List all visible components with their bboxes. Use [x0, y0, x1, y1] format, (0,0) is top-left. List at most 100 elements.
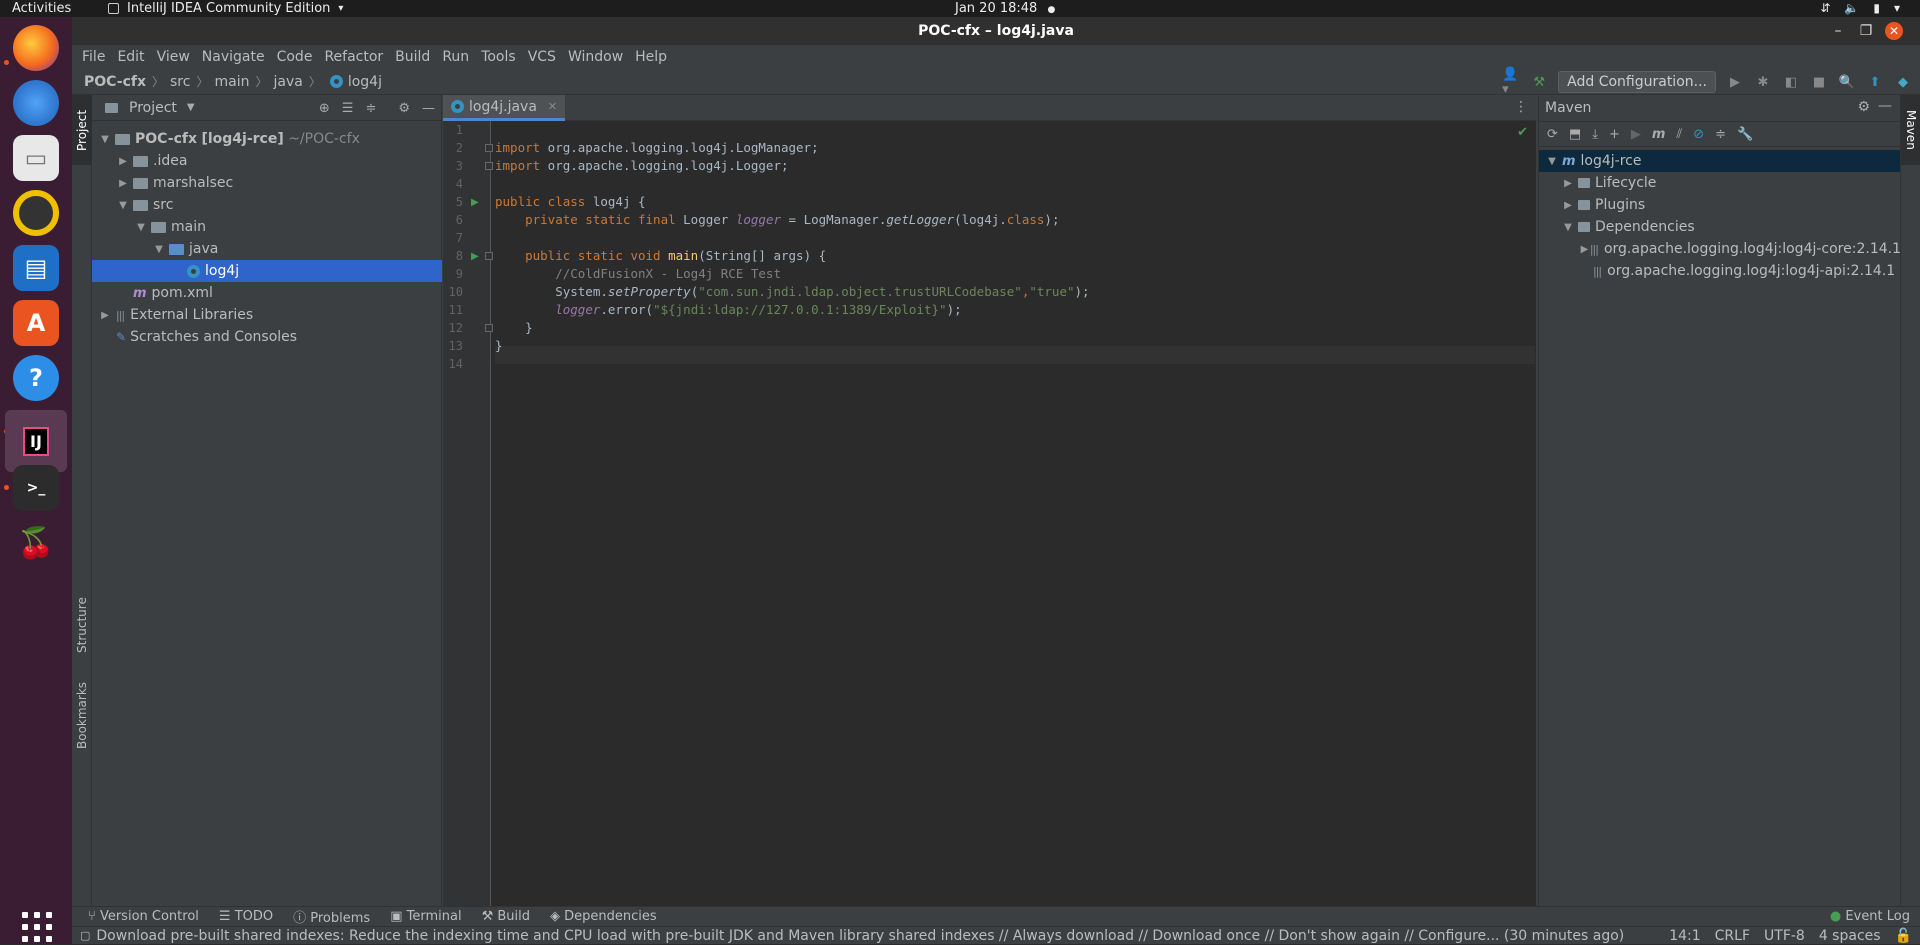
download-icon[interactable]: ⤓: [1592, 127, 1598, 142]
chevron-right-icon[interactable]: ▶: [116, 178, 130, 189]
writer-icon[interactable]: ▤: [13, 245, 59, 291]
thunderbird-icon[interactable]: [13, 80, 59, 126]
problems-tab[interactable]: ⓘ Problems: [293, 907, 370, 926]
tree-item-pom[interactable]: m pom.xml: [92, 282, 442, 304]
chevron-right-icon[interactable]: ▶: [1561, 178, 1575, 189]
toolbox-icon[interactable]: ◆: [1894, 73, 1912, 91]
maximize-icon[interactable]: ❐: [1854, 17, 1878, 45]
skip-tests-icon[interactable]: ⊘: [1693, 127, 1704, 142]
close-tab-icon[interactable]: ✕: [548, 100, 557, 113]
file-encoding[interactable]: UTF-8: [1764, 927, 1805, 945]
tree-item-java[interactable]: ▼ java: [92, 238, 442, 260]
software-icon[interactable]: A: [13, 300, 59, 346]
lock-icon[interactable]: 🔓: [1895, 927, 1912, 945]
debug-icon[interactable]: ✱: [1754, 73, 1772, 91]
minimize-icon[interactable]: –: [1826, 17, 1850, 45]
breadcrumb-main[interactable]: main: [214, 74, 253, 90]
chevron-right-icon[interactable]: ▶: [116, 156, 130, 167]
hide-icon[interactable]: —: [1878, 98, 1892, 114]
show-apps-icon[interactable]: [22, 912, 52, 942]
tree-item-root[interactable]: ▼ POC-cfx [log4j-rce] ~/POC-cfx: [92, 128, 442, 150]
event-log-tab[interactable]: ● Event Log: [1830, 907, 1910, 927]
cherry-icon[interactable]: 🍒: [13, 520, 59, 566]
caret-position[interactable]: 14:1: [1669, 927, 1700, 945]
menu-vcs[interactable]: VCS: [522, 45, 562, 69]
maven-item-lifecycle[interactable]: ▶ Lifecycle: [1539, 172, 1901, 194]
help-icon[interactable]: ?: [13, 355, 59, 401]
menu-edit[interactable]: Edit: [111, 45, 150, 69]
menu-tools[interactable]: Tools: [475, 45, 522, 69]
chevron-down-icon[interactable]: ▼: [1545, 156, 1559, 167]
run-icon[interactable]: ▶: [1631, 127, 1641, 142]
tree-item-scratches[interactable]: ✎ Scratches and Consoles: [92, 326, 442, 348]
editor-tab-log4j[interactable]: log4j.java ✕: [443, 95, 566, 121]
fold-marker-icon[interactable]: [485, 162, 493, 170]
execute-goal-icon[interactable]: m: [1652, 127, 1666, 142]
menu-window[interactable]: Window: [562, 45, 629, 69]
menu-navigate[interactable]: Navigate: [196, 45, 271, 69]
hide-icon[interactable]: —: [422, 101, 435, 116]
build-tab[interactable]: ⚒ Build: [482, 909, 530, 924]
chevron-down-icon[interactable]: ▼: [116, 200, 130, 211]
maven-item-plugins[interactable]: ▶ Plugins: [1539, 194, 1901, 216]
system-tray[interactable]: ⇵ 🔈 ▮ ▾: [1820, 0, 1900, 17]
toggle-offline-icon[interactable]: ⫽: [1676, 127, 1682, 142]
run-gutter-icon[interactable]: ▶: [471, 251, 479, 262]
chevron-down-icon[interactable]: ▼: [187, 102, 195, 113]
collapse-all-icon[interactable]: ≑: [365, 101, 376, 116]
menu-view[interactable]: View: [151, 45, 196, 69]
breadcrumb-java[interactable]: java: [273, 74, 306, 90]
fold-marker-icon[interactable]: [485, 324, 493, 332]
tree-item-marshalsec[interactable]: ▶ marshalsec: [92, 172, 442, 194]
add-configuration-button[interactable]: Add Configuration...: [1558, 71, 1716, 93]
window-titlebar[interactable]: POC-cfx – log4j.java – ❐ ✕: [72, 17, 1920, 45]
locate-icon[interactable]: ⊕: [319, 101, 330, 116]
gear-icon[interactable]: ⚙: [1857, 99, 1870, 115]
maven-item-dependencies[interactable]: ▼ Dependencies: [1539, 216, 1901, 238]
run-gutter-icon[interactable]: ▶: [471, 197, 479, 208]
close-window-icon[interactable]: ✕: [1882, 17, 1906, 45]
line-separator[interactable]: CRLF: [1715, 927, 1750, 945]
search-icon[interactable]: 🔍: [1838, 73, 1856, 91]
indent-setting[interactable]: 4 spaces: [1819, 927, 1881, 945]
tree-item-src[interactable]: ▼ src: [92, 194, 442, 216]
tree-item-main[interactable]: ▼ main: [92, 216, 442, 238]
tree-item-log4j[interactable]: log4j: [92, 260, 442, 282]
more-tabs-icon[interactable]: ⋮: [1514, 99, 1528, 115]
project-view-selector[interactable]: Project: [129, 100, 177, 116]
fold-marker-icon[interactable]: [485, 252, 493, 260]
expand-all-icon[interactable]: ☰: [342, 101, 354, 116]
intellij-dock-icon[interactable]: IJ: [5, 410, 67, 472]
terminal-tab[interactable]: ▣ Terminal: [390, 909, 461, 924]
update-icon[interactable]: ⬆: [1866, 73, 1884, 91]
menu-run[interactable]: Run: [436, 45, 475, 69]
breadcrumb-file[interactable]: log4j: [348, 74, 386, 90]
firefox-icon[interactable]: [13, 25, 59, 71]
add-icon[interactable]: +: [1609, 127, 1620, 142]
reload-icon[interactable]: ⟳: [1547, 127, 1558, 142]
project-tool-tab[interactable]: Project: [72, 95, 92, 165]
breadcrumb-src[interactable]: src: [170, 74, 194, 90]
wrench-icon[interactable]: 🔧: [1737, 127, 1753, 142]
chevron-down-icon[interactable]: ▼: [152, 244, 166, 255]
collapse-all-icon[interactable]: ≑: [1715, 127, 1726, 142]
terminal-icon[interactable]: >_: [13, 465, 59, 511]
structure-tool-tab[interactable]: Structure: [72, 585, 92, 665]
menu-build[interactable]: Build: [389, 45, 436, 69]
chevron-down-icon[interactable]: ▼: [134, 222, 148, 233]
status-message[interactable]: Download pre-built shared indexes: Reduc…: [96, 928, 1624, 944]
tree-item-external-libraries[interactable]: ▶ ||| External Libraries: [92, 304, 442, 326]
app-menu[interactable]: IntelliJ IDEA Community Edition ▾: [108, 0, 343, 17]
dependencies-tab[interactable]: ◈ Dependencies: [550, 909, 657, 924]
user-icon[interactable]: 👤▾: [1502, 67, 1520, 97]
bookmarks-tool-tab[interactable]: Bookmarks: [72, 675, 92, 755]
chevron-right-icon[interactable]: ▶: [1561, 200, 1575, 211]
breadcrumb-project[interactable]: POC-cfx: [84, 74, 150, 90]
tree-item-idea[interactable]: ▶ .idea: [92, 150, 442, 172]
menu-file[interactable]: File: [76, 45, 111, 69]
checkmark-icon[interactable]: ✔: [1517, 125, 1528, 140]
chevron-right-icon[interactable]: ▶: [98, 310, 112, 321]
chevron-down-icon[interactable]: ▼: [1561, 222, 1575, 233]
build-hammer-icon[interactable]: ⚒: [1530, 73, 1548, 91]
activities-button[interactable]: Activities: [12, 0, 71, 17]
